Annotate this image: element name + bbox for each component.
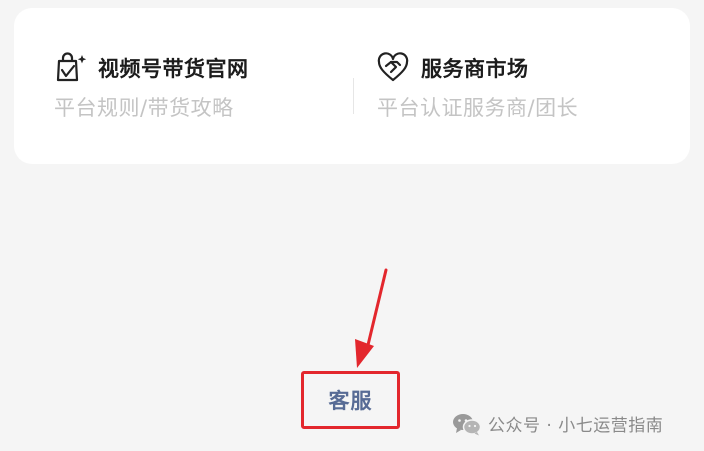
customer-service-label: 客服	[328, 389, 373, 413]
shopping-bag-icon	[54, 52, 88, 84]
official-site-subtitle: 平台规则/带货攻略	[54, 96, 234, 120]
page: 视频号带货官网 平台规则/带货攻略 服务商市场 平台认证服务商/团长 客服 公众…	[0, 0, 704, 451]
service-market-header: 服务商市场	[377, 52, 578, 84]
official-site-entry[interactable]: 视频号带货官网 平台规则/带货攻略	[54, 52, 249, 122]
watermark-text: 公众号 · 小七运营指南	[488, 416, 664, 436]
watermark: 公众号 · 小七运营指南	[452, 411, 663, 436]
service-market-entry[interactable]: 服务商市场 平台认证服务商/团长	[377, 52, 578, 122]
heart-handshake-icon	[377, 52, 411, 84]
wechat-icon	[452, 412, 482, 436]
service-market-title: 服务商市场	[421, 57, 529, 81]
official-site-header: 视频号带货官网	[54, 52, 249, 84]
service-market-subtitle: 平台认证服务商/团长	[377, 96, 579, 120]
official-site-title: 视频号带货官网	[98, 57, 249, 81]
customer-service-button[interactable]: 客服	[301, 371, 400, 429]
entry-card: 视频号带货官网 平台规则/带货攻略 服务商市场 平台认证服务商/团长	[14, 8, 690, 164]
card-divider	[353, 78, 354, 114]
